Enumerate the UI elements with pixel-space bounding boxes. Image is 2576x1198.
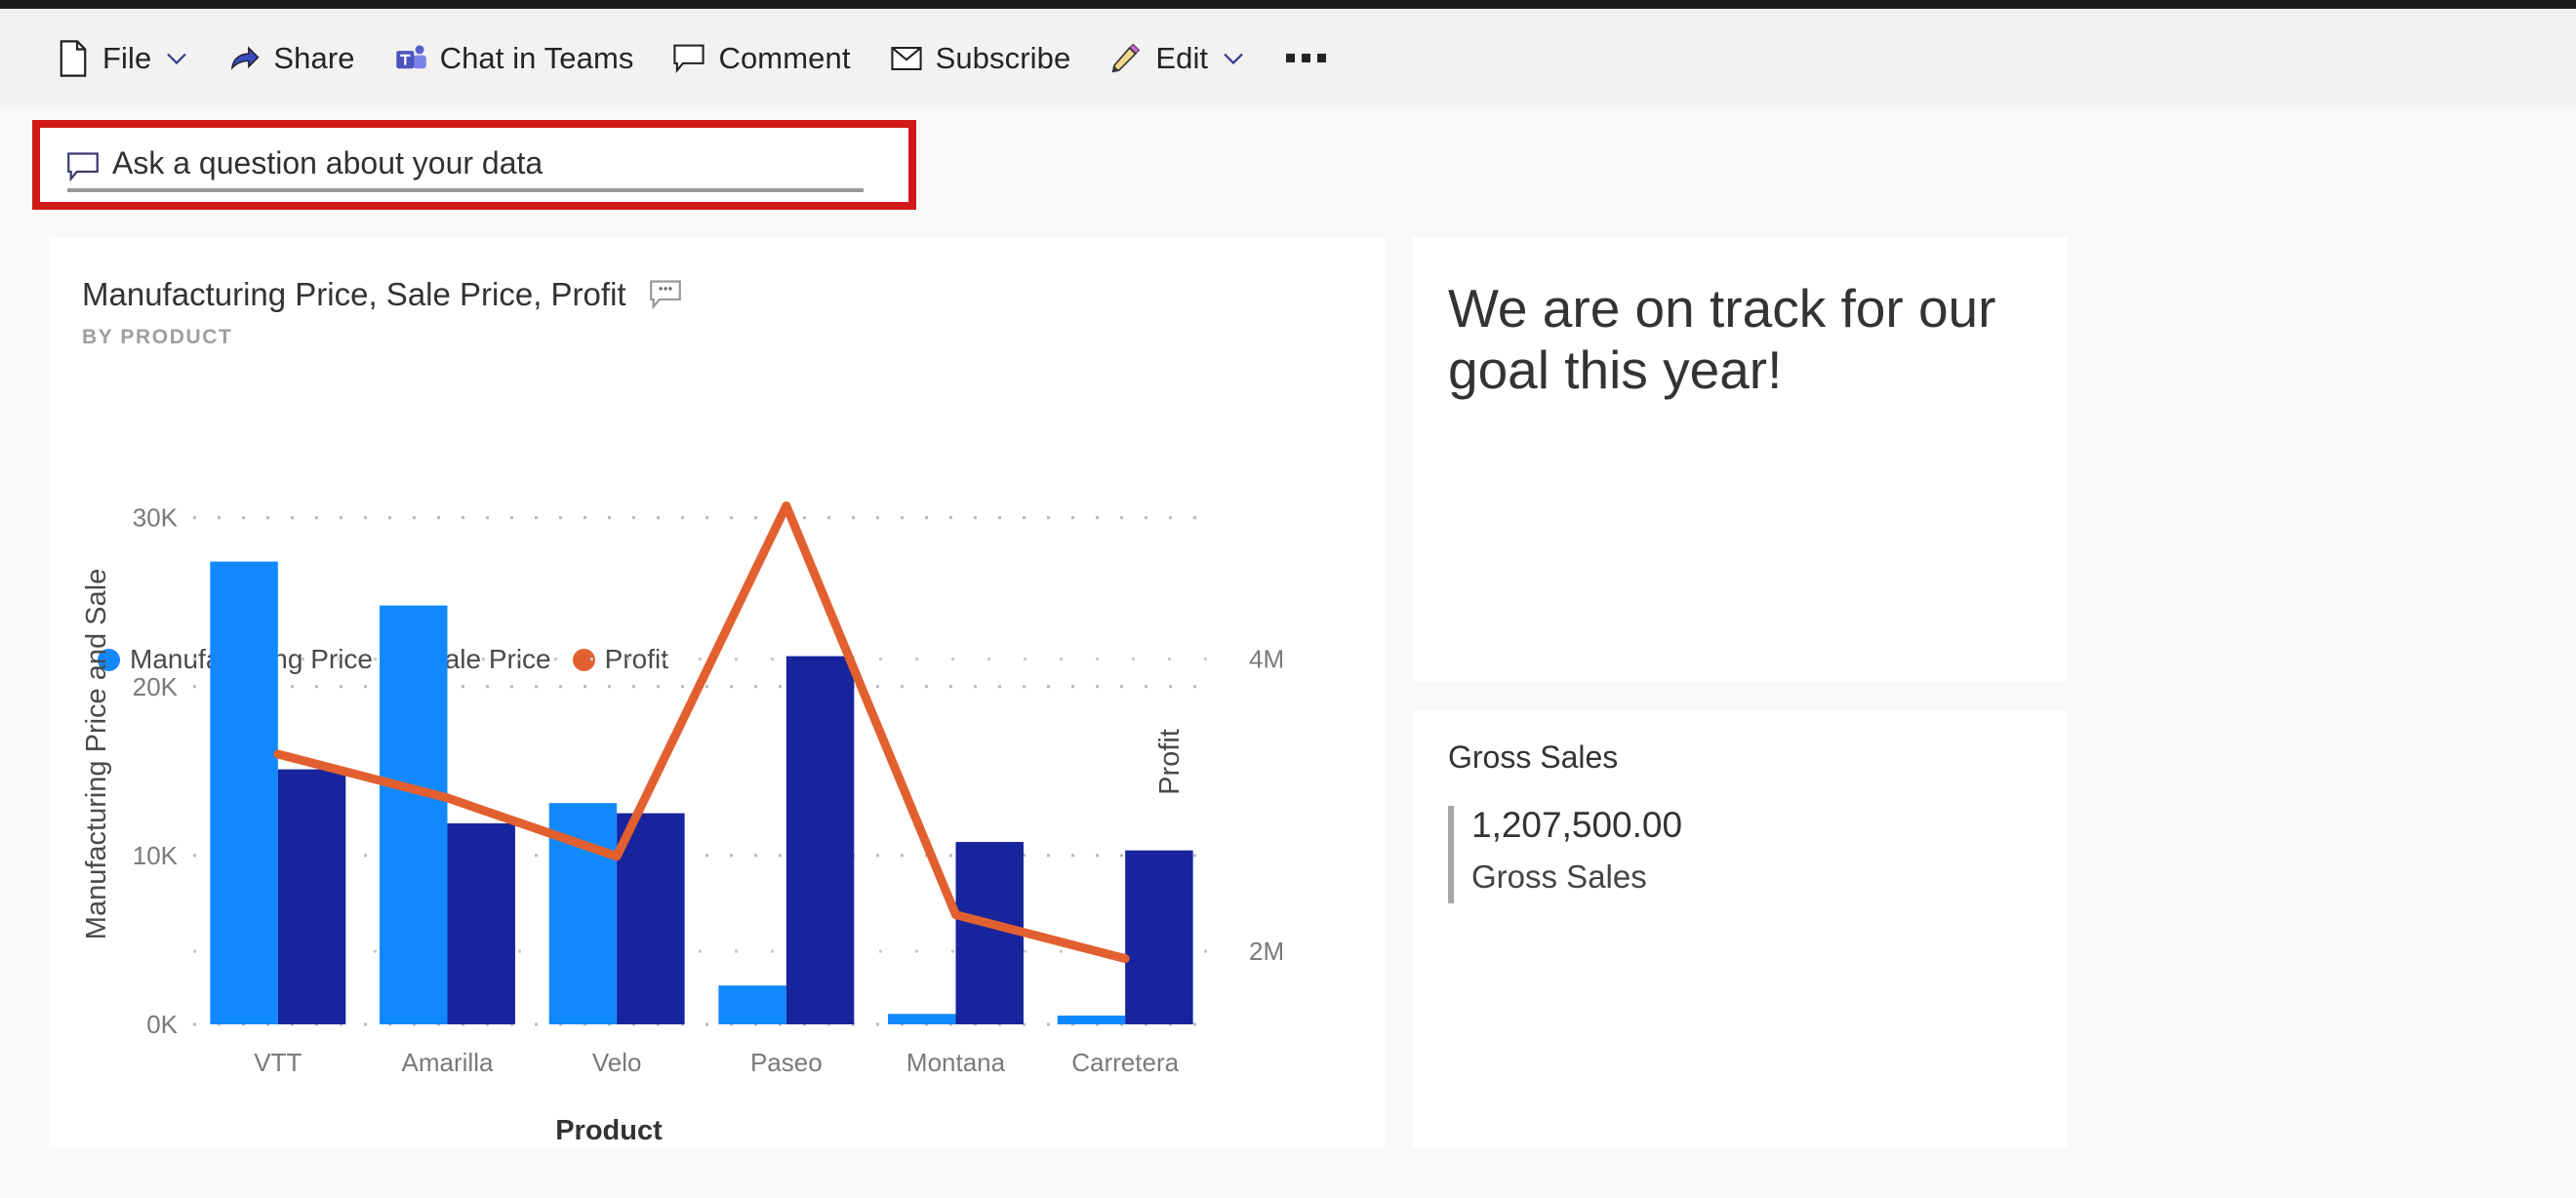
comment-label: Comment bbox=[718, 40, 851, 75]
kpi-card-title: Gross Sales bbox=[1448, 739, 1619, 775]
y2-axis-tick-label: 2M bbox=[1249, 937, 1284, 966]
file-menu-label: File bbox=[102, 40, 152, 75]
x-axis-tick-label: Paseo bbox=[750, 1048, 823, 1077]
x-axis-tick-label: Amarilla bbox=[402, 1048, 494, 1077]
share-button[interactable]: Share bbox=[214, 28, 368, 89]
report-command-bar: File Share Chat in Teams Comment Subscri… bbox=[0, 9, 2576, 107]
comment-button[interactable]: Comment bbox=[659, 28, 864, 89]
ellipsis-dot bbox=[1286, 54, 1296, 62]
y-axis-tick-label: 30K bbox=[133, 503, 179, 533]
bar-sale-price bbox=[785, 656, 855, 1024]
combo-chart-visual[interactable]: Manufacturing Price, Sale Price, Profit … bbox=[49, 237, 1386, 1147]
bar-sale-price bbox=[1125, 850, 1193, 1024]
qna-search-highlight: Ask a question about your data bbox=[32, 120, 916, 210]
chart-plot-area[interactable]: 0K 10K 20K 30K 2M 4M Manufacturing Price and S… bbox=[49, 237, 1386, 1147]
chat-in-teams-label: Chat in Teams bbox=[439, 40, 634, 75]
kpi-accent-bar bbox=[1448, 806, 1454, 903]
x-axis-tick-label: Velo bbox=[592, 1048, 642, 1077]
file-menu-button[interactable]: File bbox=[43, 28, 202, 89]
kpi-measure-label: Gross Sales bbox=[1471, 859, 1647, 895]
qna-input-underline bbox=[67, 188, 864, 192]
mail-icon bbox=[890, 46, 922, 70]
edit-button[interactable]: Edit bbox=[1096, 28, 1259, 89]
share-label: Share bbox=[273, 40, 355, 75]
edit-label: Edit bbox=[1155, 40, 1209, 75]
bar-sale-price bbox=[277, 769, 346, 1024]
power-bi-report-page: File Share Chat in Teams Comment Subscri… bbox=[0, 0, 2576, 1198]
text-box-visual[interactable]: We are on track for our goal this year! bbox=[1413, 237, 2067, 681]
x-axis-tick-label: Montana bbox=[906, 1048, 1006, 1077]
x-axis-tick-label: VTT bbox=[254, 1048, 302, 1077]
share-icon bbox=[231, 45, 260, 70]
y-axis-tick-label: 20K bbox=[133, 672, 179, 701]
bar-manufacturing-price bbox=[210, 561, 278, 1024]
y2-axis-tick-label: 4M bbox=[1249, 645, 1284, 674]
chevron-down-icon bbox=[1224, 53, 1243, 64]
x-axis-title: Product bbox=[555, 1115, 663, 1146]
more-options-button[interactable] bbox=[1270, 28, 1342, 89]
y-axis-tick-label: 0K bbox=[146, 1010, 178, 1039]
y-axis-tick-label: 10K bbox=[133, 841, 179, 870]
goal-statement-text: We are on track for our goal this year! bbox=[1448, 278, 1996, 400]
comment-icon bbox=[673, 44, 705, 73]
x-axis-tick-label: Carretera bbox=[1071, 1048, 1179, 1077]
teams-icon bbox=[395, 44, 426, 68]
bar-manufacturing-price bbox=[718, 985, 786, 1024]
qna-placeholder-text: Ask a question about your data bbox=[112, 145, 543, 180]
window-top-strip bbox=[0, 0, 2576, 9]
bar-manufacturing-price bbox=[1057, 1015, 1126, 1024]
kpi-value: 1,207,500.00 bbox=[1471, 805, 1683, 845]
gross-sales-card-visual[interactable]: Gross Sales 1,207,500.00 Gross Sales bbox=[1413, 710, 2067, 1147]
subscribe-label: Subscribe bbox=[935, 40, 1071, 75]
bar-sale-price bbox=[447, 822, 515, 1024]
bar-manufacturing-price bbox=[888, 1014, 956, 1024]
qna-chat-icon bbox=[67, 152, 99, 182]
bar-manufacturing-price bbox=[380, 605, 448, 1024]
chart-svg: 0K 10K 20K 30K 2M 4M Manufacturing Price and S… bbox=[81, 500, 1284, 1146]
file-icon bbox=[60, 39, 87, 77]
ellipsis-dot bbox=[1302, 54, 1311, 62]
ellipsis-dot bbox=[1317, 54, 1327, 62]
y-axis-title: Manufacturing Price and Sale bbox=[81, 569, 112, 939]
chevron-down-icon bbox=[167, 53, 187, 64]
y2-axis-title: Profit bbox=[1154, 729, 1186, 795]
chat-in-teams-button[interactable]: Chat in Teams bbox=[381, 28, 648, 89]
subscribe-button[interactable]: Subscribe bbox=[876, 28, 1085, 89]
pencil-icon bbox=[1111, 43, 1141, 72]
